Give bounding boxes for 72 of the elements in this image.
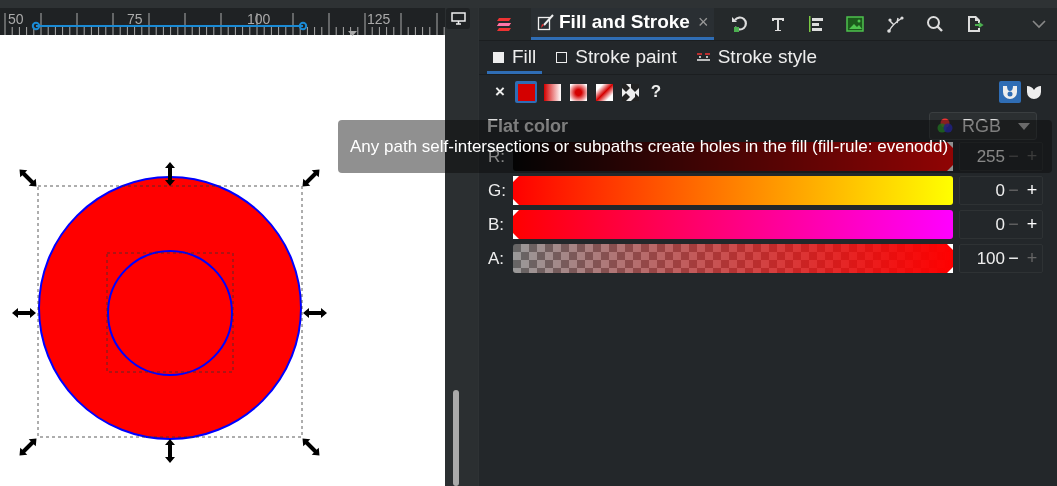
increment-button[interactable]: +: [1022, 177, 1042, 204]
linear-gradient-icon: [543, 83, 561, 101]
dock-tab[interactable]: Fill and Stroke ×: [531, 8, 715, 40]
paint-type-button[interactable]: ?: [645, 81, 667, 103]
text-tool-icon[interactable]: [770, 16, 787, 32]
close-button[interactable]: ×: [697, 9, 709, 36]
scale-handle-icon[interactable]: [19, 438, 37, 456]
history-icon[interactable]: [730, 15, 749, 33]
sub-tab[interactable]: Fill: [487, 43, 543, 74]
scale-handle-icon[interactable]: [302, 169, 320, 187]
marker-icon: [348, 31, 357, 36]
tab-label: Fill and Stroke: [559, 10, 690, 35]
heart-shape-icon: [1026, 83, 1042, 101]
spin-value: 100: [975, 247, 1005, 270]
paint-type-button[interactable]: [567, 81, 589, 103]
search-icon[interactable]: [926, 15, 945, 33]
caret-icon: [1018, 122, 1030, 130]
display-mode-button[interactable]: [446, 8, 470, 29]
scrollbar-thumb[interactable]: [453, 390, 459, 486]
monitor-icon: [450, 12, 466, 25]
scale-handle-icon[interactable]: [12, 308, 36, 318]
decrement-button[interactable]: −: [1005, 245, 1022, 272]
tab-label: Fill: [512, 44, 537, 69]
section-title: Flat color: [487, 114, 568, 138]
spin-value: 0: [994, 179, 1005, 202]
color-slider[interactable]: [513, 210, 953, 239]
tab-label: Stroke paint: [575, 44, 677, 69]
image-icon[interactable]: [846, 16, 865, 32]
even-odd-icon: [1002, 83, 1018, 101]
spin-value: 255: [975, 145, 1005, 168]
paint-type-button[interactable]: [619, 81, 641, 103]
radial-gradient-icon: [569, 83, 587, 101]
pattern-icon: [621, 83, 639, 101]
chevron-down-icon[interactable]: [1031, 19, 1047, 29]
spin-value: 0: [994, 213, 1005, 236]
export-icon[interactable]: [966, 15, 985, 33]
node-tree-icon[interactable]: [886, 15, 905, 33]
scale-handle-icon[interactable]: [165, 162, 175, 186]
channel-label: G:: [488, 179, 507, 202]
paint-type-button[interactable]: [593, 81, 615, 103]
ruler-label: 75: [127, 10, 143, 29]
slider-thumb[interactable]: [945, 244, 953, 273]
outlined-square-icon: [556, 51, 568, 63]
color-mode-dropdown[interactable]: RGB: [929, 112, 1037, 140]
rgb-circles-icon: [936, 117, 954, 135]
align-icon[interactable]: [808, 16, 825, 32]
channel-label: A:: [488, 247, 506, 270]
dock-icon[interactable]: [496, 17, 512, 31]
channel-label: B:: [488, 213, 506, 236]
ruler-label: 125: [367, 10, 391, 29]
ruler-label: 50: [8, 10, 24, 29]
tab-label: Stroke style: [717, 44, 817, 69]
sub-tab[interactable]: Stroke paint: [550, 43, 683, 74]
paint-type-button[interactable]: ×: [489, 81, 511, 103]
scale-handle-icon[interactable]: [302, 438, 320, 456]
slider-thumb[interactable]: [945, 142, 953, 171]
increment-button[interactable]: +: [1022, 211, 1042, 238]
flat-color-icon: [517, 83, 535, 101]
color-slider[interactable]: [513, 244, 953, 273]
slider-thumb[interactable]: [513, 210, 521, 239]
scale-handle-icon[interactable]: [19, 169, 37, 187]
mesh-gradient-icon: [595, 83, 613, 101]
scale-handle-icon[interactable]: [303, 308, 327, 318]
filled-square-icon: [493, 51, 504, 63]
slider-thumb[interactable]: [513, 176, 521, 205]
color-slider[interactable]: [513, 176, 953, 205]
ruler-label: 100: [247, 10, 271, 29]
dashed-lines-icon: [696, 52, 710, 62]
paint-type-button[interactable]: [541, 81, 563, 103]
brush-icon: [537, 14, 554, 31]
sub-tab[interactable]: Stroke style: [690, 43, 823, 74]
scale-handle-icon[interactable]: [165, 439, 175, 463]
